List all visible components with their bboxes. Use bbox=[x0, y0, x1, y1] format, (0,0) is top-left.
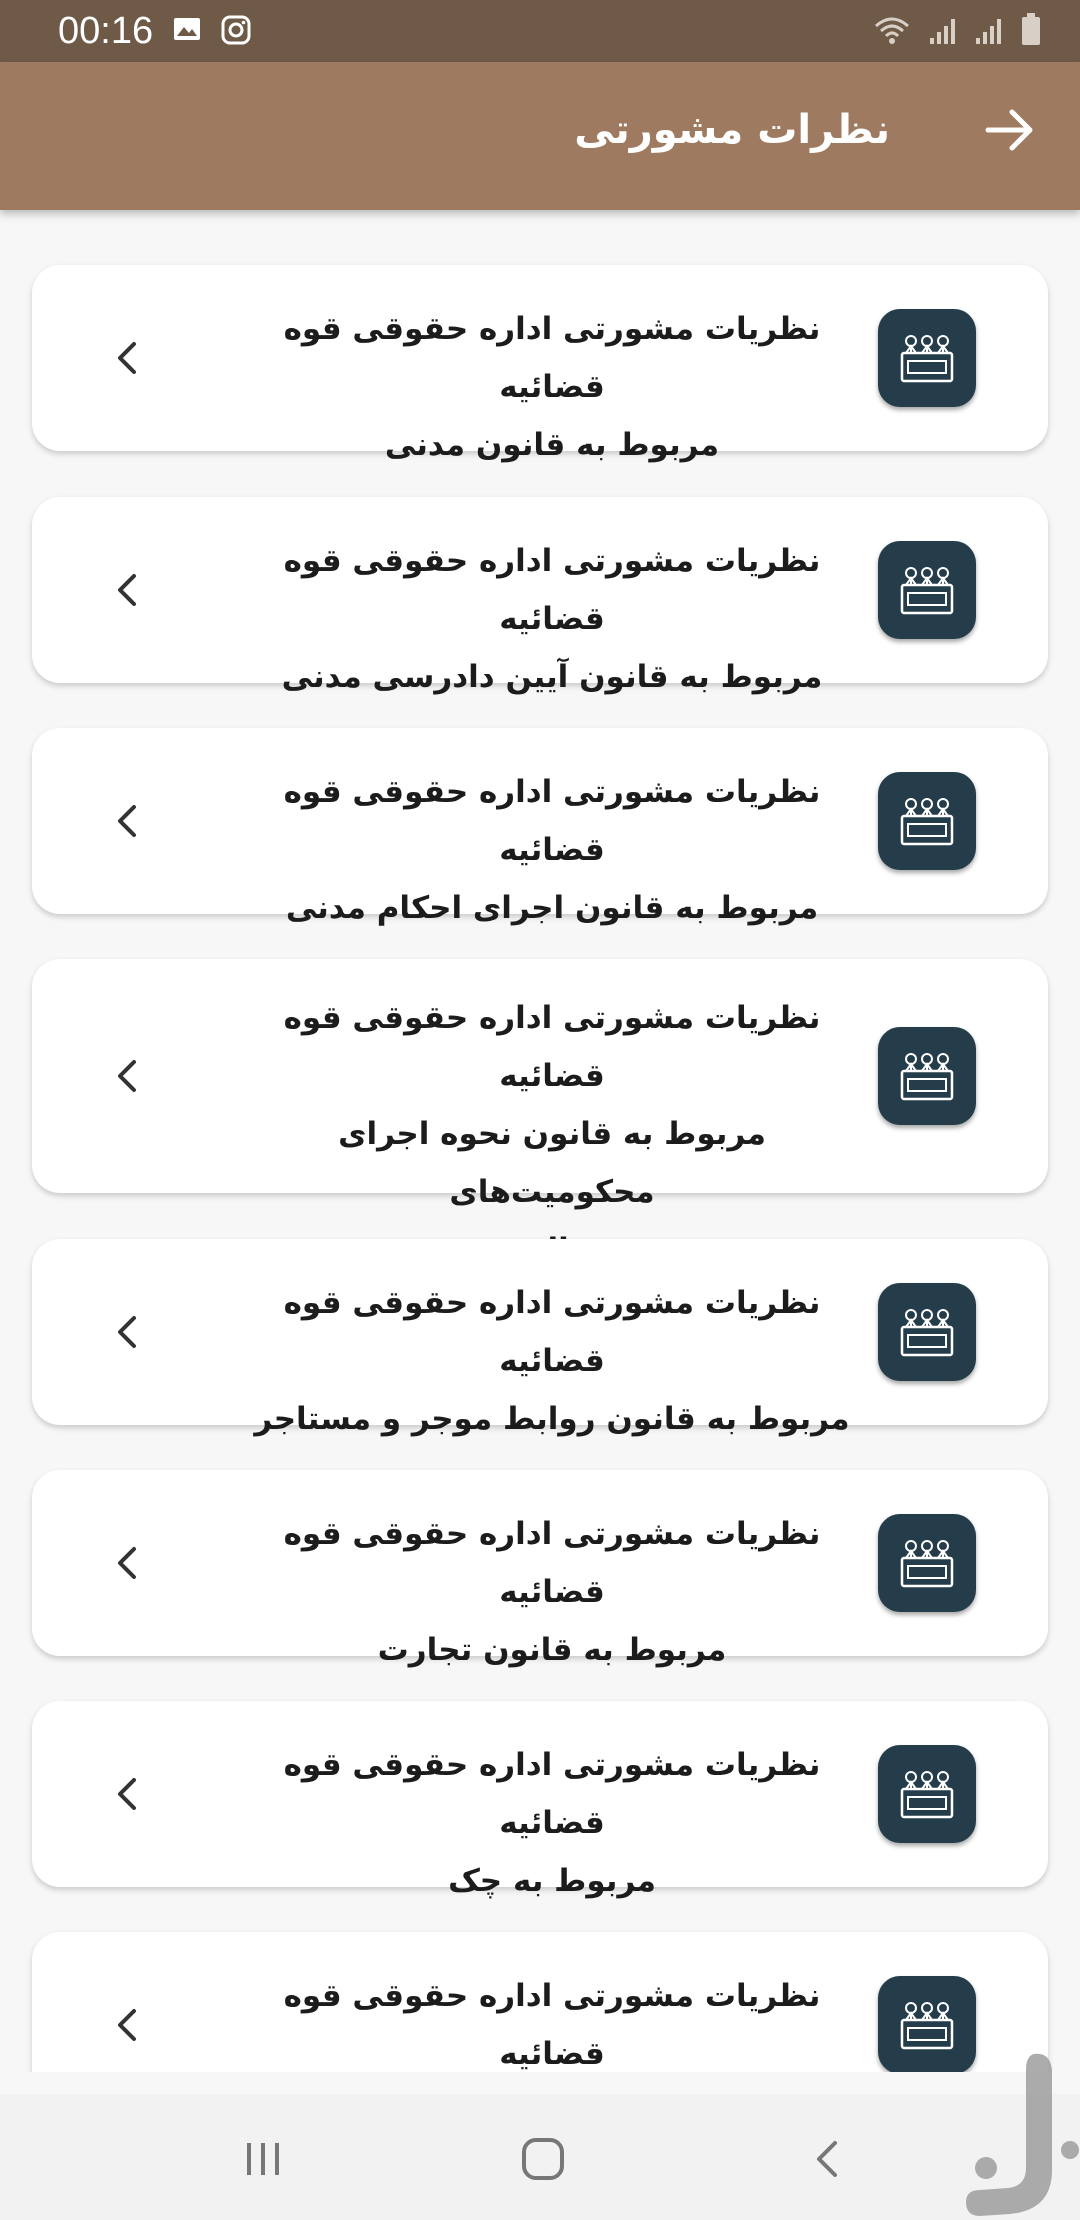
list-item-icon bbox=[878, 541, 976, 639]
list-item-chevron bbox=[110, 570, 144, 610]
list-item[interactable]: نظریات مشورتی اداره حقوقی قوه قضائیه مربو… bbox=[32, 497, 1048, 695]
signal-icon bbox=[976, 19, 1001, 44]
image-icon bbox=[174, 18, 200, 40]
list-item-label: نظریات مشورتی اداره حقوقی قوه قضائیه مربو… bbox=[252, 989, 852, 1279]
store-logo-icon bbox=[966, 2053, 1079, 2216]
folders-icon bbox=[900, 798, 954, 846]
list-item-label: نظریات مشورتی اداره حقوقی قوه قضائیه مربو… bbox=[252, 1274, 852, 1448]
page-title: نظرات مشورتی bbox=[574, 107, 890, 153]
list-item-label-line: مربوط به قانون تجارت bbox=[377, 1632, 727, 1668]
list-item-label: نظریات مشورتی اداره حقوقی قوه قضائیه مربو… bbox=[252, 1736, 852, 1910]
app-bar: نظرات مشورتی bbox=[0, 62, 1080, 210]
list-item-label-line: نظریات مشورتی اداره حقوقی قوه قضائیه bbox=[283, 1000, 821, 1094]
list-item-label-line: نظریات مشورتی اداره حقوقی قوه قضائیه bbox=[283, 543, 821, 637]
folders-icon bbox=[900, 1053, 954, 1101]
list-item-chevron bbox=[110, 1543, 144, 1583]
list-item[interactable]: نظریات مشورتی اداره حقوقی قوه قضائیه مربو… bbox=[32, 265, 1048, 463]
list-item[interactable]: نظریات مشورتی اداره حقوقی قوه قضائیه مربو… bbox=[32, 1701, 1048, 1899]
list-item-label: نظریات مشورتی اداره حقوقی قوه قضائیه مربو… bbox=[252, 1505, 852, 1679]
list-item-label: نظریات مشورتی اداره حقوقی قوه قضائیه مربو… bbox=[252, 763, 852, 937]
list-item[interactable]: نظریات مشورتی اداره حقوقی قوه قضائیه مربو… bbox=[32, 1470, 1048, 1668]
list-item-icon bbox=[878, 1745, 976, 1843]
instagram-icon bbox=[221, 15, 251, 45]
chevron-left-icon bbox=[118, 2009, 136, 2041]
list-item-label-line: نظریات مشورتی اداره حقوقی قوه قضائیه bbox=[283, 1978, 821, 2072]
chevron-left-icon bbox=[118, 342, 136, 374]
chevron-left-icon bbox=[118, 1778, 136, 1810]
folders-icon bbox=[900, 2002, 954, 2050]
home-button[interactable] bbox=[508, 2124, 578, 2194]
list-item-label-line: نظریات مشورتی اداره حقوقی قوه قضائیه bbox=[283, 1516, 821, 1610]
list-item-label: نظریات مشورتی اداره حقوقی قوه قضائیهمربو… bbox=[252, 1967, 852, 2072]
recent-apps-icon bbox=[247, 2143, 279, 2175]
list-item-label-line: مربوط به قانون روابط موجر و مستاجر bbox=[254, 1401, 850, 1437]
signal-icon bbox=[930, 19, 955, 44]
wifi-icon bbox=[875, 17, 909, 44]
chevron-left-icon bbox=[118, 1547, 136, 1579]
status-bar: 00:16 bbox=[0, 0, 1080, 62]
list-item-label-line: نظریات مشورتی اداره حقوقی قوه قضائیه bbox=[283, 1747, 821, 1841]
status-left-icons bbox=[172, 14, 252, 46]
list-item-label-line: نظریات مشورتی اداره حقوقی قوه قضائیه bbox=[283, 774, 821, 868]
folders-icon bbox=[900, 1540, 954, 1588]
system-back-button[interactable] bbox=[792, 2124, 862, 2194]
list-item-icon bbox=[878, 1283, 976, 1381]
list-item-label-line: نظریات مشورتی اداره حقوقی قوه قضائیه bbox=[283, 311, 821, 405]
list-item-chevron bbox=[110, 801, 144, 841]
list-item-chevron bbox=[110, 1774, 144, 1814]
list-item[interactable]: نظریات مشورتی اداره حقوقی قوه قضائیه مربو… bbox=[32, 959, 1048, 1268]
status-right-icons bbox=[872, 12, 1042, 46]
status-time: 00:16 bbox=[58, 10, 154, 52]
consultation-list: نظریات مشورتی اداره حقوقی قوه قضائیه مربو… bbox=[0, 210, 1080, 2072]
folders-icon bbox=[900, 335, 954, 383]
list-item-label-line: مربوط به چک bbox=[448, 1863, 656, 1899]
list-item[interactable]: نظریات مشورتی اداره حقوقی قوه قضائیه مربو… bbox=[32, 1239, 1048, 1437]
folders-icon bbox=[900, 1309, 954, 1357]
folders-icon bbox=[900, 1771, 954, 1819]
list-item-chevron bbox=[110, 338, 144, 378]
battery-icon bbox=[1022, 13, 1040, 45]
list-item-label-line: مربوط به قانون مدنی bbox=[384, 427, 720, 463]
navigation-bar bbox=[0, 2094, 1080, 2220]
list-item-chevron bbox=[110, 1312, 144, 1352]
back-button[interactable] bbox=[978, 98, 1042, 162]
list-item-icon bbox=[878, 1514, 976, 1612]
arrow-right-icon bbox=[985, 109, 1033, 151]
list-item[interactable]: نظریات مشورتی اداره حقوقی قوه قضائیهمربو… bbox=[32, 1932, 1048, 2072]
chevron-left-icon bbox=[118, 574, 136, 606]
list-item[interactable]: نظریات مشورتی اداره حقوقی قوه قضائیه مربو… bbox=[32, 728, 1048, 926]
chevron-left-icon bbox=[118, 1060, 136, 1092]
list-item-label: نظریات مشورتی اداره حقوقی قوه قضائیه مربو… bbox=[252, 532, 852, 706]
list-item-icon bbox=[878, 309, 976, 407]
list-item-label-line: مربوط به قانون اجرای احکام مدنی bbox=[285, 890, 819, 926]
list-item-chevron bbox=[110, 2005, 144, 2045]
folders-icon bbox=[900, 567, 954, 615]
chevron-left-icon bbox=[118, 805, 136, 837]
recent-apps-button[interactable] bbox=[228, 2124, 298, 2194]
list-item-icon bbox=[878, 772, 976, 870]
list-item-label-line: نظریات مشورتی اداره حقوقی قوه قضائیه bbox=[283, 1285, 821, 1379]
home-icon bbox=[522, 2138, 564, 2180]
list-item-icon bbox=[878, 1027, 976, 1125]
list-item-label-line: مربوط به قانون آیین دادرسی مدنی bbox=[281, 659, 823, 695]
list-item-chevron bbox=[110, 1056, 144, 1096]
list-item-label: نظریات مشورتی اداره حقوقی قوه قضائیه مربو… bbox=[252, 300, 852, 474]
chevron-left-icon bbox=[118, 1316, 136, 1348]
back-icon bbox=[817, 2141, 837, 2177]
list-item-label-line: مربوط به قانون نحوه اجرای محکومیت‌های bbox=[338, 1116, 766, 1210]
